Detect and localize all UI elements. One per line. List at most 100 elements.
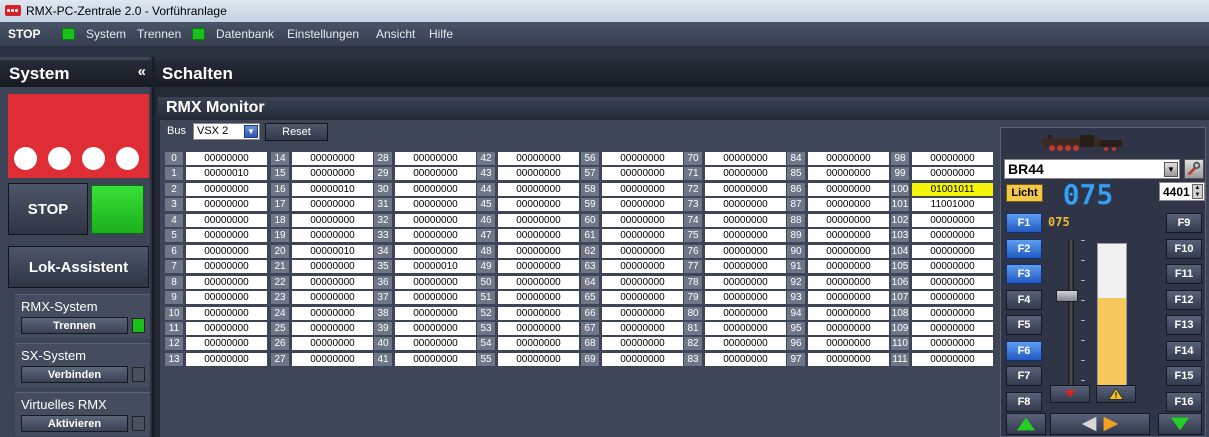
red-arrow-icon (1064, 390, 1076, 398)
address-index: 37 (374, 291, 392, 304)
menu-einstellungen[interactable]: Einstellungen (287, 27, 359, 41)
function-button-f12[interactable]: F12 (1166, 290, 1202, 310)
address-index: 108 (891, 307, 909, 320)
direction-toggle-button[interactable] (1050, 413, 1150, 435)
speed-display: 075 (1062, 180, 1113, 208)
address-index: 24 (271, 307, 289, 320)
address-index: 11 (165, 322, 183, 335)
function-button-f11[interactable]: F11 (1166, 264, 1202, 284)
backward-button[interactable] (1158, 413, 1202, 435)
chevron-down-icon[interactable]: ▼ (1164, 162, 1178, 177)
function-button-f9[interactable]: F9 (1166, 213, 1202, 233)
menu-hilfe[interactable]: Hilfe (429, 27, 453, 41)
address-index: 70 (684, 152, 702, 165)
chevron-down-icon[interactable]: ▼ (244, 125, 258, 138)
address-value-cell: 00000000 (808, 260, 889, 273)
menu-ansicht[interactable]: Ansicht (376, 27, 415, 41)
function-button-f6[interactable]: F6 (1006, 341, 1042, 361)
function-button-f7[interactable]: F7 (1006, 366, 1042, 386)
speed-slider-handle[interactable] (1056, 290, 1078, 302)
address-value-cell: 00000000 (808, 167, 889, 180)
function-button-f3[interactable]: F3 (1006, 264, 1042, 284)
address-index: 1 (165, 167, 183, 180)
window-title: RMX-PC-Zentrale 2.0 - Vorführanlage (26, 4, 227, 18)
address-value-cell: 00000000 (602, 152, 683, 165)
address-index: 100 (891, 183, 909, 196)
address-index: 42 (477, 152, 495, 165)
function-button-f2[interactable]: F2 (1006, 239, 1042, 259)
function-button-f14[interactable]: F14 (1166, 341, 1202, 361)
address-value-cell: 00000000 (602, 307, 683, 320)
rmx-system-group: RMX-System Trennen (15, 294, 150, 338)
address-value-cell: 00000000 (912, 291, 993, 304)
address-value-cell: 00000000 (395, 245, 476, 258)
address-index: 28 (374, 152, 392, 165)
verbinden-button[interactable]: Verbinden (21, 366, 128, 383)
menu-system[interactable]: System (86, 27, 126, 41)
address-value-cell: 00000000 (395, 322, 476, 335)
function-button-f4[interactable]: F4 (1006, 290, 1042, 310)
warning-button[interactable] (1096, 385, 1136, 403)
address-value-cell: 00000000 (186, 260, 267, 273)
direction-down-button[interactable] (1050, 385, 1090, 403)
address-index: 109 (891, 322, 909, 335)
forward-button[interactable] (1006, 413, 1046, 435)
loco-select[interactable]: BR44 ▼ (1004, 159, 1180, 179)
address-index: 67 (581, 322, 599, 335)
virtual-rmx-group: Virtuelles RMX Aktivieren (15, 392, 150, 436)
menu-datenbank[interactable]: Datenbank (216, 27, 274, 41)
address-index: 58 (581, 183, 599, 196)
address-value-cell: 00000000 (912, 260, 993, 273)
address-value-cell: 00000000 (602, 322, 683, 335)
speed-small-readout: 075 (1048, 215, 1070, 229)
address-value-cell: 00000010 (395, 260, 476, 273)
address-index: 46 (477, 214, 495, 227)
stop-button[interactable]: STOP (8, 183, 88, 235)
address-value-cell: 00000000 (292, 229, 373, 242)
address-index: 43 (477, 167, 495, 180)
function-button-f15[interactable]: F15 (1166, 366, 1202, 386)
address-index: 6 (165, 245, 183, 258)
address-index: 63 (581, 260, 599, 273)
section-title: Schalten (162, 64, 233, 83)
function-button-f16[interactable]: F16 (1166, 392, 1202, 412)
address-index: 21 (271, 260, 289, 273)
address-value-cell: 00000000 (498, 291, 579, 304)
function-button-f8[interactable]: F8 (1006, 392, 1042, 412)
address-index: 51 (477, 291, 495, 304)
licht-button[interactable]: Licht (1006, 184, 1043, 202)
address-value-cell: 00000000 (912, 276, 993, 289)
address-value-cell: 00000000 (292, 214, 373, 227)
spinner-arrows-icon[interactable]: ▲ ▼ (1192, 184, 1203, 199)
function-button-f10[interactable]: F10 (1166, 239, 1202, 259)
address-value-cell: 00000000 (705, 183, 786, 196)
bus-select[interactable]: VSX 2 ▼ (193, 123, 260, 140)
address-value-cell: 00000000 (395, 198, 476, 211)
address-index: 45 (477, 198, 495, 211)
address-value-cell: 11001000 (912, 198, 993, 211)
lok-assistent-button[interactable]: Lok-Assistent (8, 246, 149, 288)
address-value-cell: 00000000 (808, 245, 889, 258)
trennen-button[interactable]: Trennen (21, 317, 128, 334)
function-button-f1[interactable]: F1 (1006, 213, 1042, 233)
wrench-icon[interactable] (1184, 159, 1204, 179)
collapse-icon[interactable]: « (138, 63, 146, 80)
address-value-cell: 00000000 (705, 167, 786, 180)
reset-button[interactable]: Reset (265, 123, 328, 141)
address-index: 111 (891, 353, 909, 366)
address-index: 90 (787, 245, 805, 258)
address-index: 64 (581, 276, 599, 289)
function-button-f13[interactable]: F13 (1166, 315, 1202, 335)
menu-stop[interactable]: STOP (8, 27, 40, 41)
function-button-f5[interactable]: F5 (1006, 315, 1042, 335)
speed-slider-track[interactable] (1068, 240, 1074, 400)
menu-trennen[interactable]: Trennen (137, 27, 181, 41)
address-value-cell: 00000000 (498, 245, 579, 258)
address-value-cell: 00000000 (808, 229, 889, 242)
monitor-title: RMX Monitor (166, 99, 265, 116)
address-value-cell: 00000000 (292, 291, 373, 304)
address-index: 83 (684, 353, 702, 366)
address-spinner[interactable]: 4401 ▲ ▼ (1159, 182, 1205, 201)
address-value-cell: 01001011 (912, 183, 993, 196)
aktivieren-button[interactable]: Aktivieren (21, 415, 128, 432)
